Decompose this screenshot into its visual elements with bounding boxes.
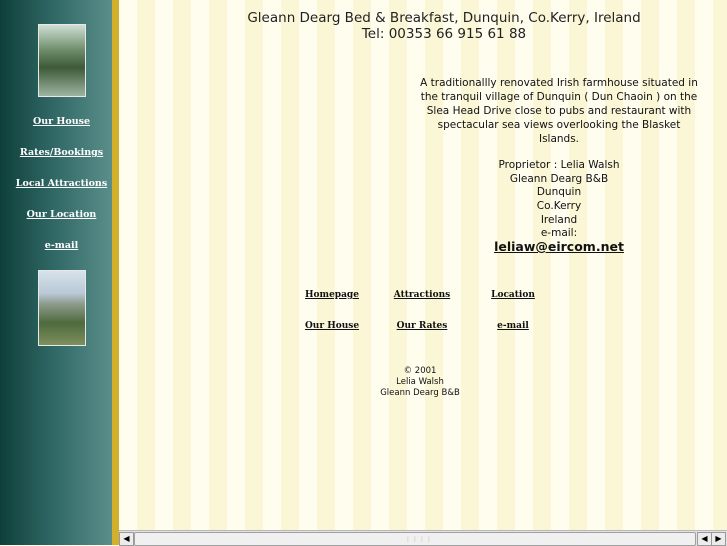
- sidebar-link-local-attractions[interactable]: Local Attractions: [0, 178, 123, 189]
- footer-owner: Lelia Walsh: [396, 377, 444, 387]
- email-link[interactable]: leliaw@eircom.net: [420, 239, 698, 254]
- scroll-left-arrow-icon[interactable]: ◀: [119, 532, 134, 546]
- scroll-right-arrow-icon[interactable]: ▶: [711, 532, 726, 546]
- footer-copyright: © 2001: [403, 366, 437, 376]
- footer-business: Gleann Dearg B&B: [380, 388, 460, 398]
- contact-email-label: e-mail:: [540, 227, 578, 239]
- nav-link-our-rates[interactable]: Our Rates: [382, 321, 462, 331]
- contact-county: Co.Kerry: [536, 200, 582, 212]
- sidebar-divider: [112, 0, 119, 545]
- contact-proprietor: Proprietor : Lelia Walsh: [498, 159, 620, 171]
- sidebar-link-rates-bookings[interactable]: Rates/Bookings: [0, 147, 123, 158]
- phone-number: Tel: 00353 66 915 61 88: [361, 26, 527, 42]
- nav-link-homepage[interactable]: Homepage: [292, 290, 372, 300]
- sidebar-link-our-house[interactable]: Our House: [0, 116, 123, 127]
- scrollbar-grip-icon: ⋮⋮⋮⋮: [405, 536, 433, 543]
- scrollbar-thumb[interactable]: ⋮⋮⋮⋮: [134, 532, 696, 546]
- page-title: Gleann Dearg Bed & Breakfast, Dunquin, C…: [247, 10, 641, 26]
- contact-country: Ireland: [540, 214, 578, 226]
- nav-link-email[interactable]: e-mail: [473, 321, 553, 331]
- sidebar-link-email[interactable]: e-mail: [0, 240, 123, 251]
- nav-link-our-house[interactable]: Our House: [292, 321, 372, 331]
- sidebar: Our House Rates/Bookings Local Attractio…: [0, 0, 112, 545]
- scroll-left-arrow-icon-secondary[interactable]: ◀: [697, 532, 712, 546]
- contact-business-name: Gleann Dearg B&B: [509, 173, 609, 185]
- house-photo-thumbnail[interactable]: [38, 24, 86, 97]
- description-text: A traditionallly renovated Irish farmhou…: [420, 77, 698, 145]
- sidebar-link-our-location[interactable]: Our Location: [0, 209, 123, 220]
- nav-link-attractions[interactable]: Attractions: [382, 290, 462, 300]
- horizontal-scrollbar[interactable]: ◀ ⋮⋮⋮⋮ ◀ ▶: [119, 530, 727, 546]
- contact-village: Dunquin: [536, 186, 582, 198]
- nav-link-location[interactable]: Location: [473, 290, 553, 300]
- sea-view-photo-thumbnail[interactable]: [38, 270, 86, 346]
